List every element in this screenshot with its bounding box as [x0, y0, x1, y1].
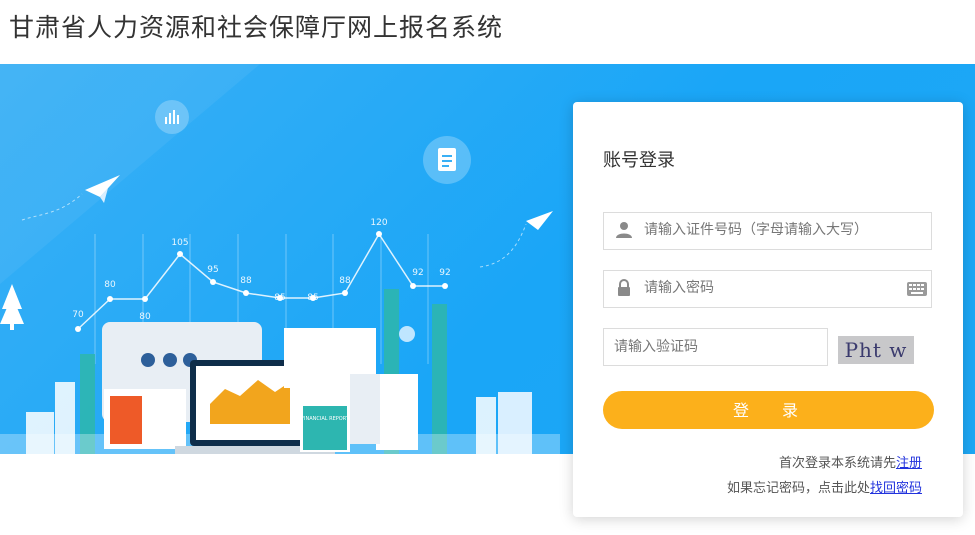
password-input[interactable] [644, 271, 904, 305]
captcha-field[interactable] [603, 328, 828, 366]
forgot-hint: 如果忘记密码，点击此处找回密码 [727, 477, 922, 496]
login-card: 账号登录 Pht w 登 录 首次登录本系统请先注册 如果忘记密码，点击此处找回… [573, 102, 963, 517]
keyboard-icon[interactable] [907, 282, 927, 296]
header: 甘肃省人力资源和社会保障厅网上报名系统 [0, 0, 975, 64]
chart-label: 88 [339, 276, 351, 286]
register-prompt: 首次登录本系统请先 [778, 456, 896, 471]
chart-label: 85 [307, 293, 318, 303]
paper-plane-icon [526, 211, 553, 230]
chart-label: 88 [240, 276, 252, 286]
forgot-password-link[interactable]: 找回密码 [870, 481, 922, 496]
id-number-input[interactable] [644, 213, 904, 247]
tree-icon [0, 284, 24, 330]
site-title: 甘肃省人力资源和社会保障厅网上报名系统 [9, 13, 504, 42]
chart-label: 95 [207, 265, 218, 275]
forgot-prompt: 如果忘记密码，点击此处 [726, 481, 870, 496]
login-button[interactable]: 登 录 [603, 391, 934, 429]
chart-label: 92 [412, 268, 423, 278]
id-number-field[interactable] [603, 212, 932, 250]
login-title: 账号登录 [603, 150, 675, 171]
password-field[interactable] [603, 270, 932, 308]
lock-icon [618, 279, 630, 296]
report-label: FINANCIAL REPORT [301, 416, 350, 422]
chart-label: 80 [139, 312, 151, 322]
chart-label: 85 [274, 293, 285, 303]
bar-chart-icon [155, 100, 189, 134]
chart-label: 105 [171, 238, 188, 248]
chart-label: 120 [370, 218, 387, 228]
captcha-input[interactable] [614, 329, 814, 365]
chart-label: 92 [439, 268, 450, 278]
chart-label: 80 [104, 280, 116, 290]
register-link[interactable]: 注册 [896, 456, 922, 471]
chart-label: 70 [72, 310, 84, 320]
user-icon [616, 222, 632, 238]
captcha-image[interactable]: Pht w [838, 336, 914, 364]
register-hint: 首次登录本系统请先注册 [779, 452, 922, 471]
